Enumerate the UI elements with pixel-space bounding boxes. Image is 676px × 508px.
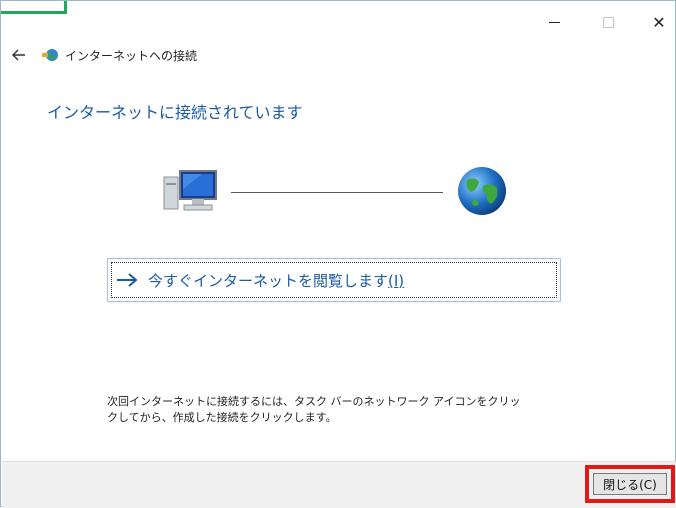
connect-to-internet-dialog: ✕ インターネットへの接続 インターネットに接続されています 今すぐインターネッ…	[0, 0, 676, 508]
maximize-button[interactable]	[591, 9, 625, 35]
info-text-line1: 次回インターネットに接続するには、タスク バーのネットワーク アイコンをクリッ	[107, 395, 521, 408]
browse-internet-link[interactable]: 今すぐインターネットを閲覧します(I)	[107, 258, 561, 302]
dialog-title: インターネットへの接続	[65, 48, 198, 63]
maximize-icon	[602, 16, 614, 28]
minimize-button[interactable]	[537, 9, 571, 35]
minimize-icon	[548, 21, 560, 23]
info-text-line2: クしてから、作成した接続をクリックします。	[107, 411, 337, 424]
close-button[interactable]: 閉じる(C)	[593, 473, 667, 495]
dialog-footer	[2, 461, 676, 508]
info-text: 次回インターネットに接続するには、タスク バーのネットワーク アイコンをクリッ …	[107, 394, 527, 426]
network-globe-icon	[42, 49, 58, 61]
navigation-bar: インターネットへの接続	[11, 45, 197, 65]
connection-line	[231, 192, 443, 193]
computer-icon	[163, 170, 217, 211]
close-icon: ✕	[652, 12, 666, 32]
green-corner-marker	[1, 1, 67, 14]
back-arrow-icon[interactable]	[11, 47, 27, 63]
close-window-button[interactable]: ✕	[642, 9, 676, 35]
page-heading: インターネットに接続されています	[47, 103, 303, 122]
globe-icon	[458, 167, 506, 215]
focus-rectangle	[111, 262, 557, 298]
